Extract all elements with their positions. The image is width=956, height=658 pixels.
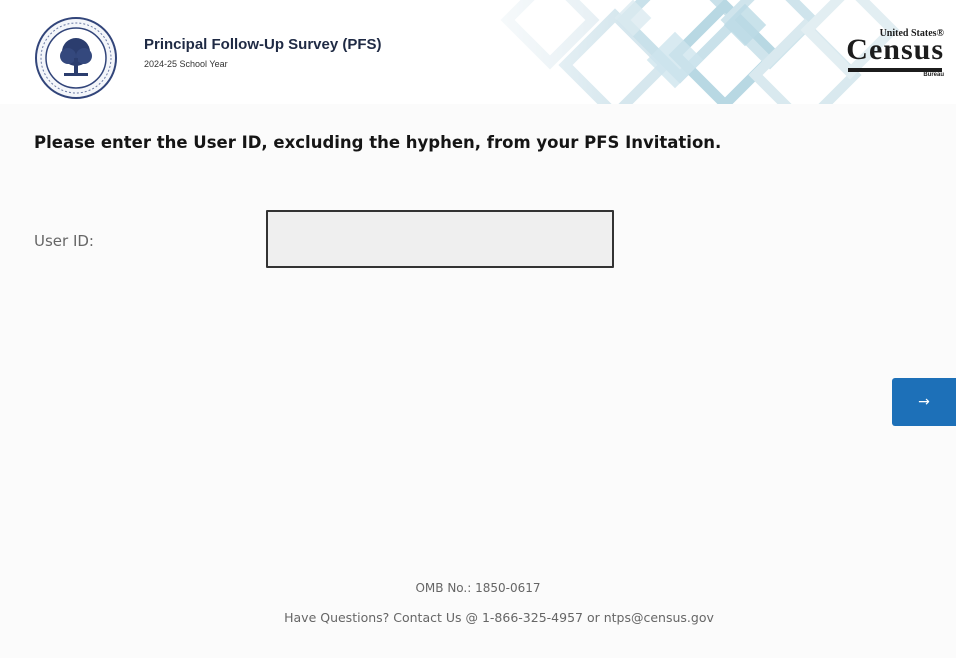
userid-label: User ID: — [34, 232, 94, 250]
next-arrow-button[interactable]: → — [892, 378, 956, 426]
instruction-text: Please enter the User ID, excluding the … — [34, 133, 722, 152]
userid-input[interactable] — [266, 210, 614, 268]
survey-title: Principal Follow-Up Survey (PFS) — [144, 36, 382, 53]
page-header: Principal Follow-Up Survey (PFS) 2024-25… — [0, 0, 956, 104]
department-of-education-seal-icon — [35, 17, 117, 99]
school-year-subtitle: 2024-25 School Year — [144, 59, 228, 69]
contact-info: Have Questions? Contact Us @ 1-866-325-4… — [284, 610, 714, 625]
census-logo-main-text: Census — [846, 33, 944, 66]
omb-number: OMB No.: 1850-0617 — [415, 581, 541, 595]
census-logo-bureau-text: Bureau — [923, 72, 944, 78]
arrow-right-icon: → — [918, 394, 930, 410]
census-bureau-logo: United States® Census Bureau — [838, 28, 950, 84]
